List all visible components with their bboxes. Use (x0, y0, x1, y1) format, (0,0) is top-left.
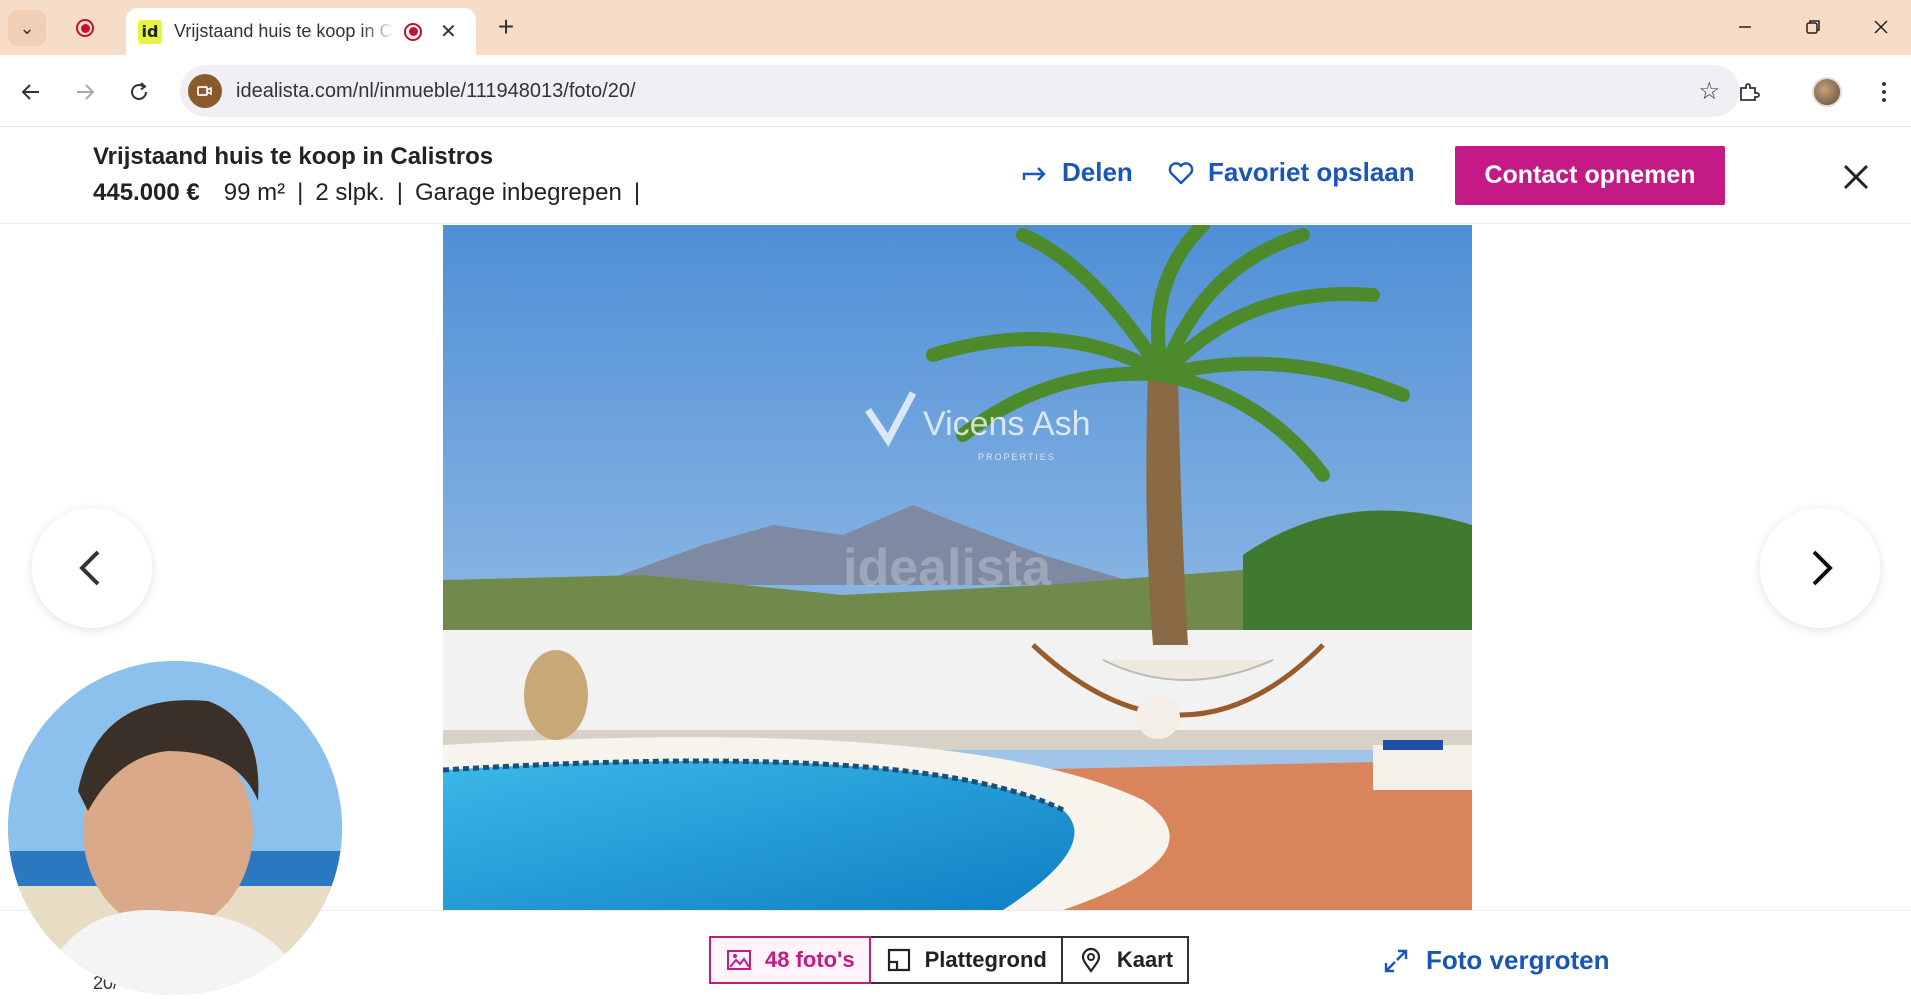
back-arrow-icon (21, 84, 39, 100)
tab-search-button[interactable]: ⌄ (8, 10, 46, 46)
presenter-video (8, 661, 342, 995)
floorplan-icon (887, 948, 910, 972)
listing-header: Vrijstaand huis te koop in Calistros 445… (0, 127, 1911, 224)
restore-button[interactable] (1790, 8, 1836, 46)
next-photo-button[interactable] (1760, 508, 1880, 628)
favorite-button[interactable]: Favoriet opslaan (1166, 157, 1415, 188)
recording-tab[interactable] (66, 10, 104, 46)
tab-map[interactable]: Kaart (1062, 936, 1190, 984)
active-tab[interactable]: id Vrijstaand huis te koop in C ✕ (126, 8, 476, 55)
tab-title: Vrijstaand huis te koop in C (174, 21, 393, 41)
site-info-icon[interactable] (188, 74, 222, 108)
listing-price: 445.000 € (93, 179, 200, 206)
meta-separator: | (633, 179, 641, 206)
favorite-label: Favoriet opslaan (1208, 157, 1415, 187)
image-icon (727, 950, 751, 970)
listing-area: 99 m² (223, 179, 286, 206)
heart-icon (1168, 161, 1194, 184)
browser-tabstrip: ⌄ id Vrijstaand huis te koop in C ✕ + (0, 0, 1911, 55)
chevron-right-icon (1812, 550, 1833, 586)
close-icon (1843, 164, 1869, 190)
media-tabs: 48 foto's Plattegrond Kaart (709, 936, 1190, 984)
map-pin-icon (1081, 947, 1100, 973)
minimize-button[interactable] (1722, 8, 1768, 46)
share-button[interactable]: Delen (1020, 157, 1133, 188)
share-label: Delen (1062, 157, 1133, 187)
close-window-button[interactable] (1858, 8, 1904, 46)
forward-button[interactable] (66, 73, 104, 111)
address-bar[interactable]: idealista.com/nl/inmueble/111948013/foto… (180, 65, 1740, 117)
kebab-menu-icon (1882, 82, 1886, 102)
browser-toolbar: idealista.com/nl/inmueble/111948013/foto… (0, 55, 1911, 127)
contact-button[interactable]: Contact opnemen (1455, 146, 1725, 205)
profile-button[interactable] (1808, 73, 1846, 111)
watermark-brand: Vicens Ash (923, 405, 1091, 443)
meta-separator: | (297, 179, 304, 206)
back-button[interactable] (12, 73, 50, 111)
listing-meta: 445.000 € 99 m² | 2 slpk. | Garage inbeg… (93, 179, 652, 207)
restore-icon (1806, 20, 1820, 34)
chevron-left-icon (79, 550, 100, 586)
bookmark-star-icon[interactable]: ☆ (1698, 77, 1720, 106)
map-label: Kaart (1116, 947, 1174, 972)
reload-button[interactable] (120, 73, 158, 111)
record-icon (76, 19, 94, 37)
close-icon (1874, 20, 1888, 34)
previous-photo-button[interactable] (32, 508, 152, 628)
gallery-photo[interactable]: Vicens Ash PROPERTIES idealista (443, 225, 1472, 910)
meta-separator: | (396, 179, 403, 206)
chevron-down-icon: ⌄ (19, 17, 35, 38)
extensions-button[interactable] (1730, 73, 1768, 111)
url-text: idealista.com/nl/inmueble/111948013/foto… (236, 79, 636, 102)
listing-bedrooms: 2 slpk. (315, 179, 385, 206)
close-tab-icon[interactable]: ✕ (440, 19, 457, 44)
expand-icon (1384, 949, 1408, 972)
watermark-site: idealista (843, 539, 1052, 597)
minimize-icon (1739, 26, 1751, 28)
webcam-overlay (8, 661, 342, 995)
reload-icon (131, 82, 147, 100)
avatar (1812, 77, 1842, 107)
record-icon (404, 22, 422, 41)
browser-menu-button[interactable] (1865, 73, 1903, 111)
tab-photos[interactable]: 48 foto's (709, 936, 871, 984)
puzzle-icon (1740, 83, 1760, 101)
share-arrow-icon (1022, 166, 1046, 181)
close-gallery-button[interactable] (1836, 157, 1876, 197)
tab-floorplan[interactable]: Plattegrond (870, 936, 1063, 984)
enlarge-label: Foto vergroten (1426, 945, 1610, 975)
pool-garden-photo: Vicens Ash PROPERTIES idealista (443, 225, 1472, 910)
listing-garage: Garage inbegrepen (414, 179, 622, 206)
watermark-sub: PROPERTIES (978, 452, 1056, 462)
new-tab-button[interactable]: + (488, 8, 524, 46)
listing-title: Vrijstaand huis te koop in Calistros (93, 143, 494, 170)
floorplan-label: Plattegrond (924, 947, 1047, 972)
idealista-favicon: id (138, 19, 162, 44)
photos-label: 48 foto's (765, 947, 855, 972)
enlarge-photo-button[interactable]: Foto vergroten (1382, 945, 1609, 976)
forward-arrow-icon (77, 84, 95, 100)
